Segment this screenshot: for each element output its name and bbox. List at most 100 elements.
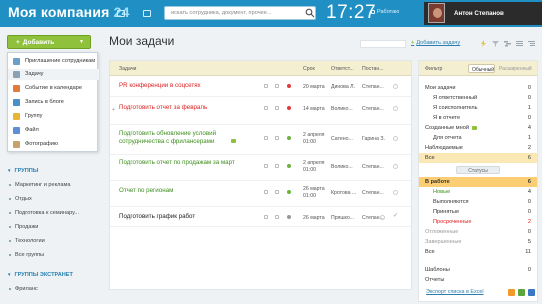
task-creator[interactable]: Степан... bbox=[362, 106, 384, 112]
task-creator[interactable]: Степан... bbox=[362, 164, 384, 170]
add-menu-item-calendar[interactable]: Событие в календаре bbox=[8, 83, 99, 94]
task-menu-icon[interactable] bbox=[264, 106, 268, 110]
filter-item[interactable]: Для отчета 1 bbox=[419, 133, 537, 143]
task-title[interactable]: Подготовить отчет по продажам за март bbox=[119, 159, 235, 167]
filter-item[interactable]: Я соисполнитель 1 bbox=[419, 103, 537, 113]
sidebar-item-group[interactable]: Технологии bbox=[9, 238, 45, 244]
list-view-icon[interactable] bbox=[516, 40, 523, 47]
add-menu-item-blog[interactable]: Запись в блоге bbox=[8, 97, 99, 108]
timer-icon[interactable] bbox=[275, 190, 279, 194]
table-row[interactable]: Подготовить обновление условий сотруднич… bbox=[110, 125, 411, 155]
add-menu-item-group[interactable]: Группу bbox=[8, 111, 99, 122]
filter-icon[interactable] bbox=[492, 40, 499, 47]
outlook-icon[interactable] bbox=[528, 289, 535, 296]
filter-item[interactable]: Я ответственный 0 bbox=[419, 93, 537, 103]
filter-item[interactable]: Наблюдаемые 2 bbox=[419, 143, 537, 153]
column-header-deadline[interactable]: Срок bbox=[303, 66, 315, 72]
filter-item[interactable]: Все 11 bbox=[419, 247, 537, 257]
table-row[interactable]: Подготовить отчет по продажам за март 2 … bbox=[110, 155, 411, 181]
filter-item-templates[interactable]: Шаблоны 0 bbox=[419, 265, 537, 275]
task-responsible[interactable]: Динова Л. bbox=[331, 84, 355, 90]
task-responsible[interactable]: Волико... bbox=[331, 106, 353, 112]
sidebar-item-group[interactable]: Все группы bbox=[9, 252, 44, 258]
task-title[interactable]: PR конференции в соцсетях bbox=[119, 82, 201, 90]
sidebar-item-group[interactable]: Подготовка к семинару... bbox=[9, 210, 79, 216]
filter-item[interactable]: Завершенные 5 bbox=[419, 237, 537, 247]
add-button[interactable]: + Добавить ▼ bbox=[7, 35, 91, 49]
filter-item[interactable]: Просроченные 2 bbox=[419, 217, 537, 227]
filter-mode-basic[interactable]: Обычный bbox=[468, 64, 495, 73]
search-input[interactable]: искать сотрудника, документ, прочее... bbox=[164, 6, 316, 20]
filter-item[interactable]: Я в отчете 0 bbox=[419, 113, 537, 123]
complete-checkbox[interactable] bbox=[380, 215, 385, 220]
task-responsible[interactable]: Кротова ... bbox=[331, 190, 356, 196]
add-menu-item-photo[interactable]: Фотографию bbox=[8, 139, 99, 150]
lightning-icon[interactable] bbox=[480, 40, 487, 47]
filter-mode-advanced[interactable]: Расширенный bbox=[496, 64, 534, 73]
messages-icon[interactable] bbox=[117, 10, 125, 17]
complete-checkbox[interactable] bbox=[393, 190, 398, 195]
company-logo[interactable]: Моя компания 24 bbox=[8, 4, 130, 20]
complete-checkbox[interactable] bbox=[393, 106, 398, 111]
task-title[interactable]: Подготовить отчет за февраль bbox=[119, 104, 207, 112]
sidebar-item-extranet-group[interactable]: Фриланс bbox=[9, 286, 38, 292]
column-header-responsible[interactable]: Ответст... bbox=[331, 66, 354, 72]
rss-icon[interactable] bbox=[508, 289, 515, 296]
add-menu-item-task[interactable]: Задачу bbox=[8, 69, 99, 80]
filter-item[interactable]: Принятые 0 bbox=[419, 207, 537, 217]
task-title[interactable]: Подготовить график работ bbox=[119, 213, 195, 221]
sidebar-groups-header[interactable]: ▼ ГРУППЫ bbox=[7, 168, 38, 174]
excel-icon[interactable] bbox=[518, 289, 525, 296]
timer-icon[interactable] bbox=[275, 215, 279, 219]
sidebar-item-group[interactable]: Отдых bbox=[9, 196, 32, 202]
add-menu-item-invite[interactable]: Приглашение сотрудникам bbox=[8, 56, 99, 67]
task-menu-icon[interactable] bbox=[264, 136, 268, 140]
filter-item-selected[interactable]: В работе 6 bbox=[419, 177, 537, 187]
timer-icon[interactable] bbox=[275, 106, 279, 110]
sidebar-item-group[interactable]: Продажи bbox=[9, 224, 38, 230]
add-menu-item-file[interactable]: Файл bbox=[8, 125, 99, 136]
complete-checkbox[interactable] bbox=[393, 84, 398, 89]
expand-icon[interactable]: + bbox=[112, 107, 115, 113]
task-creator[interactable]: Гарина З. bbox=[362, 136, 385, 142]
search-icon[interactable] bbox=[305, 8, 315, 18]
table-row[interactable]: Отчет по регионам 26 марта 01:00 Кротова… bbox=[110, 181, 411, 207]
task-title[interactable]: Подготовить обновление условий сотруднич… bbox=[119, 130, 249, 145]
avatar[interactable] bbox=[428, 3, 445, 23]
column-header-creator[interactable]: Постан... bbox=[362, 66, 384, 72]
task-menu-icon[interactable] bbox=[264, 215, 268, 219]
add-task-link[interactable]: + Добавить задачу bbox=[411, 40, 460, 46]
task-responsible[interactable]: Сатено... bbox=[331, 136, 353, 142]
filter-item[interactable]: Мои задачи 0 bbox=[419, 83, 537, 93]
comment-icon[interactable] bbox=[231, 139, 236, 143]
task-responsible[interactable]: Пряшко... bbox=[331, 215, 354, 221]
statuses-toggle-button[interactable]: Статусы bbox=[456, 166, 500, 174]
filter-item-selected[interactable]: Все 6 bbox=[419, 153, 537, 163]
timer-icon[interactable] bbox=[275, 136, 279, 140]
filter-item[interactable]: Новые 4 bbox=[419, 187, 537, 197]
filter-item[interactable]: Созданные мной 4 bbox=[419, 123, 537, 133]
quick-task-input[interactable] bbox=[360, 40, 406, 48]
table-row[interactable]: + Подготовить отчет за февраль 14 марта … bbox=[110, 97, 411, 125]
timer-icon[interactable] bbox=[275, 164, 279, 168]
notifications-icon[interactable] bbox=[143, 10, 151, 17]
export-excel-link[interactable]: Экспорт списка в Excel bbox=[426, 289, 484, 295]
task-title[interactable]: Отчет по регионам bbox=[119, 187, 173, 195]
clock[interactable]: 17:27 bbox=[326, 2, 376, 24]
sidebar-extranet-header[interactable]: ▼ ГРУППЫ ЭКСТРАНЕТ bbox=[7, 272, 73, 278]
gantt-view-icon[interactable] bbox=[504, 40, 511, 47]
filter-item[interactable]: Выполняются 0 bbox=[419, 197, 537, 207]
task-responsible[interactable]: Волико... bbox=[331, 164, 353, 170]
filter-item[interactable]: Отложенные 0 bbox=[419, 227, 537, 237]
table-row[interactable]: PR конференции в соцсетях 20 марта Динов… bbox=[110, 76, 411, 97]
tree-view-icon[interactable] bbox=[528, 40, 535, 47]
complete-checkbox[interactable] bbox=[393, 136, 398, 141]
task-menu-icon[interactable] bbox=[264, 190, 268, 194]
user-name[interactable]: Антон Степанов bbox=[454, 10, 504, 17]
table-row[interactable]: Подготовить график работ 26 марта Пряшко… bbox=[110, 207, 411, 227]
task-creator[interactable]: Степан... bbox=[362, 84, 384, 90]
checkmark-icon[interactable]: ✓ bbox=[393, 213, 398, 219]
task-menu-icon[interactable] bbox=[264, 84, 268, 88]
complete-checkbox[interactable] bbox=[393, 164, 398, 169]
sidebar-item-group[interactable]: Маркетинг и реклама bbox=[9, 182, 71, 188]
